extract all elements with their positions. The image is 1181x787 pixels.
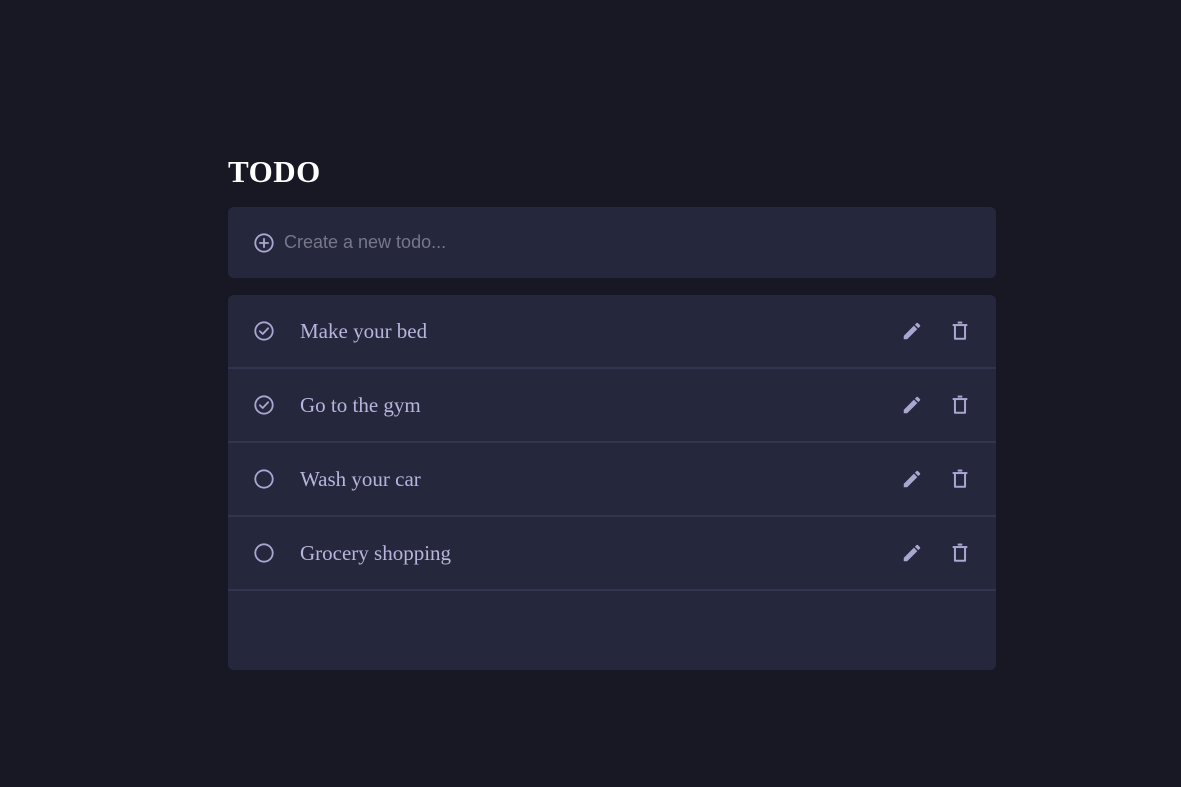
pencil-icon[interactable] xyxy=(900,467,924,491)
page-title: TODO xyxy=(228,154,321,189)
plus-circle-icon[interactable] xyxy=(252,231,276,255)
trash-icon[interactable] xyxy=(948,467,972,491)
pencil-icon[interactable] xyxy=(900,393,924,417)
circle-icon[interactable] xyxy=(252,467,276,491)
trash-icon[interactable] xyxy=(948,319,972,343)
todo-item: Grocery shopping xyxy=(228,517,996,591)
todo-text: Go to the gym xyxy=(300,392,421,417)
todo-text: Make your bed xyxy=(300,318,428,343)
todo-list: Make your bed Go to the gym Wash your ca… xyxy=(228,295,996,670)
todo-item: Make your bed xyxy=(228,295,996,369)
todo-text: Grocery shopping xyxy=(300,540,452,565)
todo-text: Wash your car xyxy=(300,466,421,491)
todo-item: Go to the gym xyxy=(228,369,996,443)
todo-app: TODO Make your bed xyxy=(228,150,996,670)
trash-icon[interactable] xyxy=(948,393,972,417)
pencil-icon[interactable] xyxy=(900,541,924,565)
new-todo-bar xyxy=(228,207,996,278)
circle-icon[interactable] xyxy=(252,541,276,565)
trash-icon[interactable] xyxy=(948,541,972,565)
new-todo-input[interactable] xyxy=(284,232,972,253)
check-circle-icon[interactable] xyxy=(252,319,276,343)
check-circle-icon[interactable] xyxy=(252,393,276,417)
pencil-icon[interactable] xyxy=(900,319,924,343)
todo-item: Wash your car xyxy=(228,443,996,517)
